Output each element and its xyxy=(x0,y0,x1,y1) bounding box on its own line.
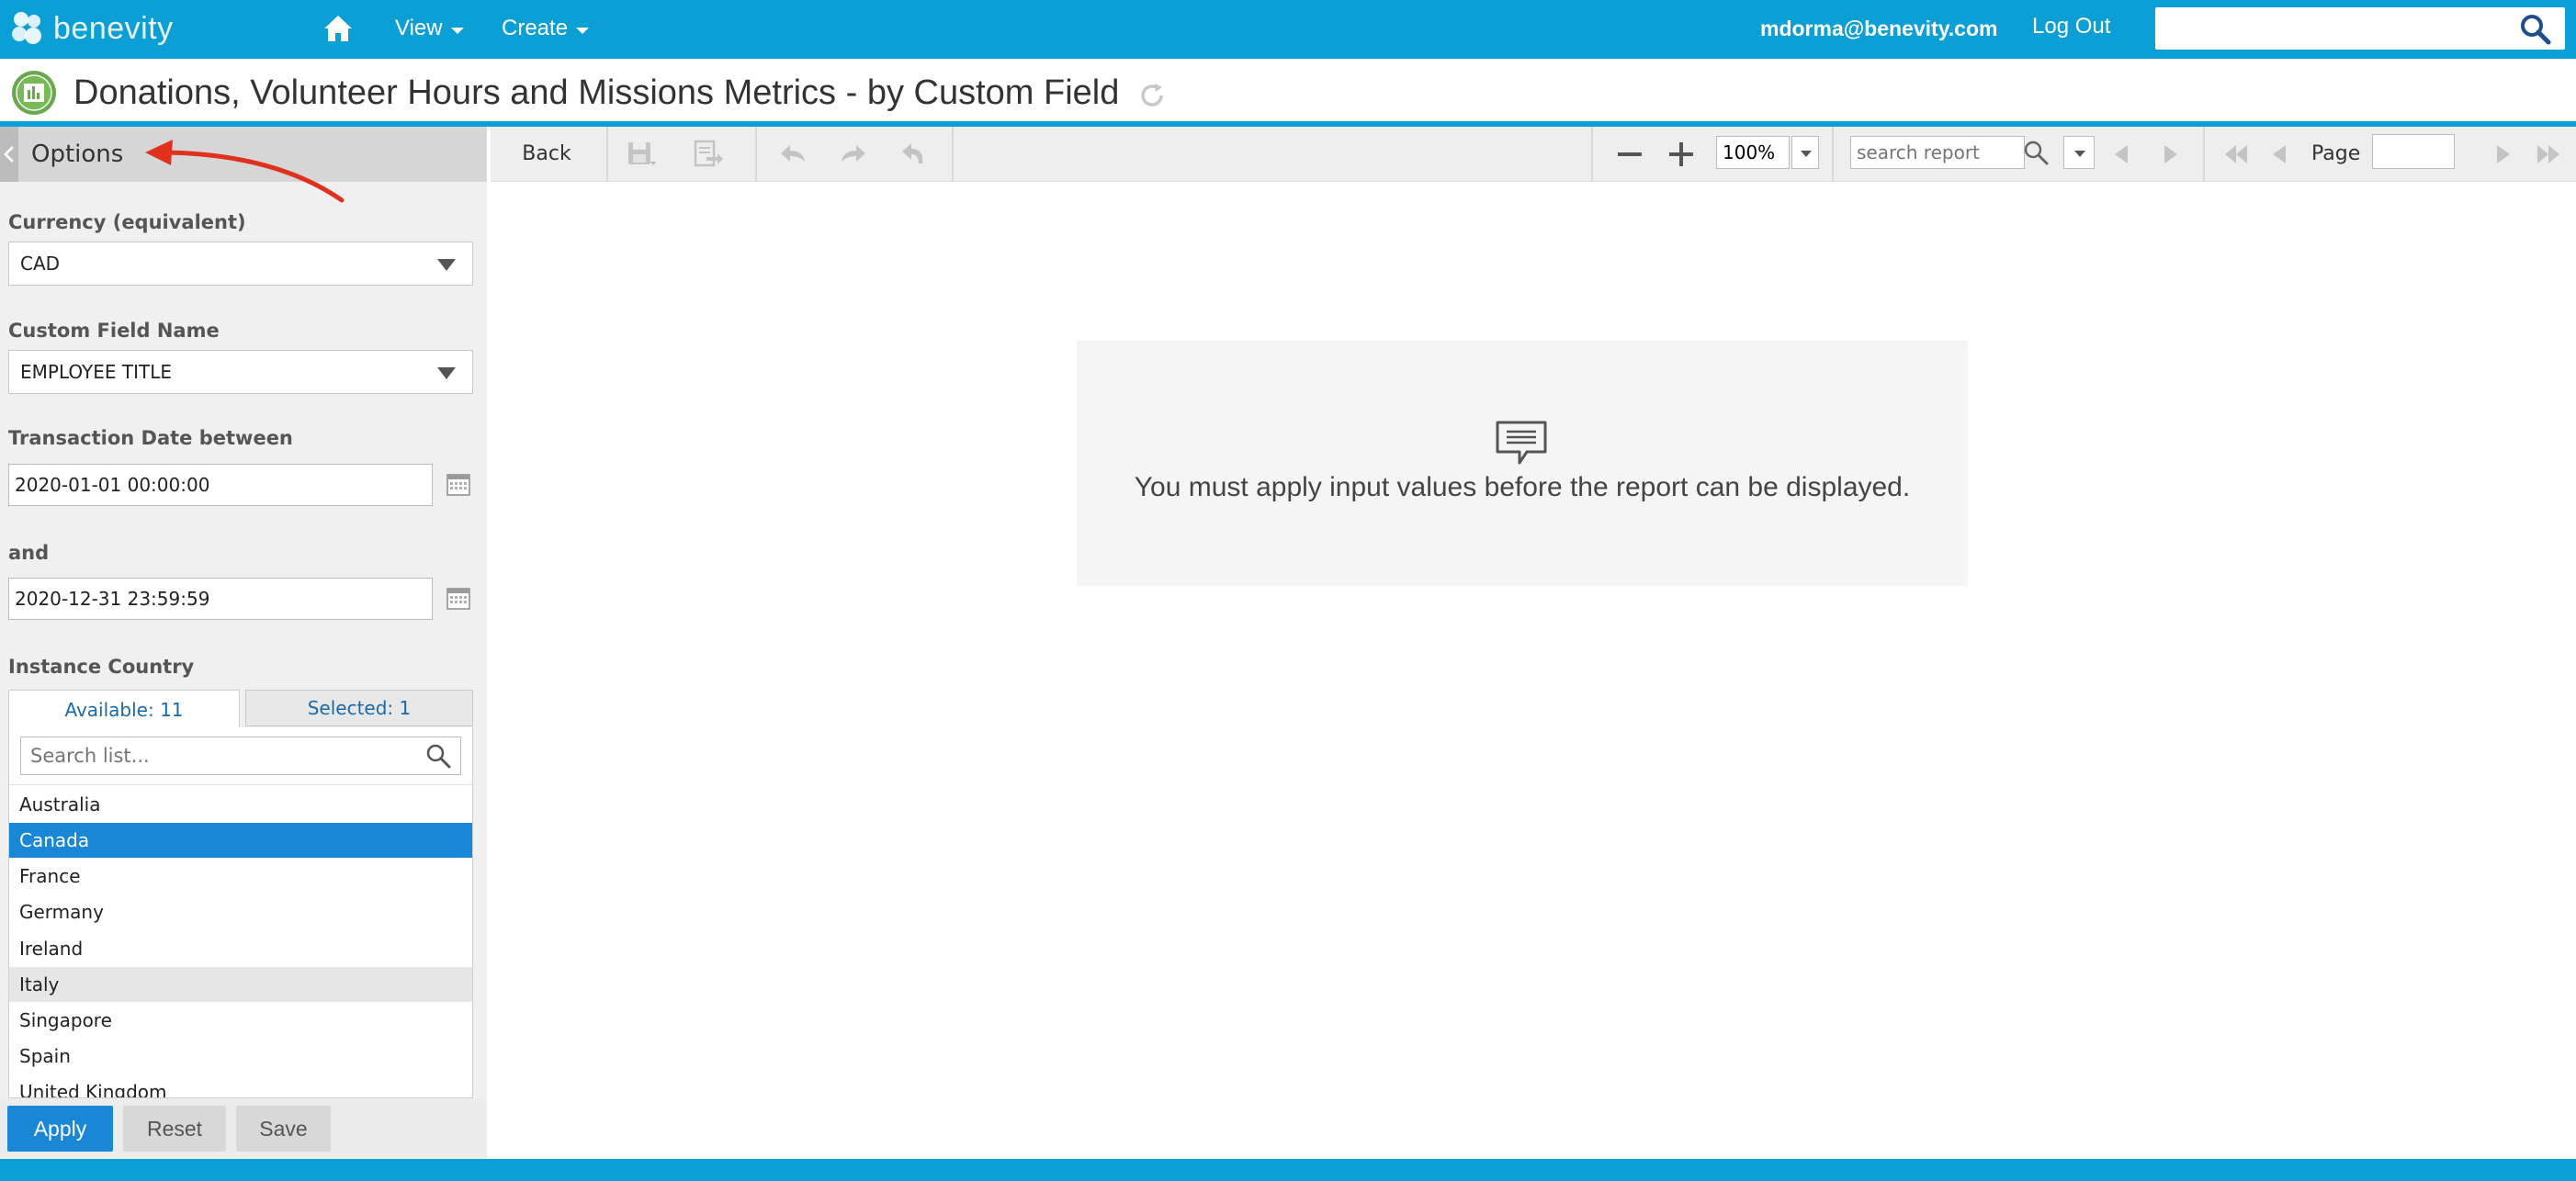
create-menu-label: Create xyxy=(502,16,569,40)
page-number-input[interactable] xyxy=(2372,134,2455,169)
list-item[interactable]: Germany xyxy=(9,894,472,929)
chevron-left-icon xyxy=(4,146,14,163)
list-item[interactable]: Ireland xyxy=(9,931,472,966)
tab-selected[interactable]: Selected: 1 xyxy=(245,690,473,726)
list-item[interactable]: Spain xyxy=(9,1039,472,1074)
list-item[interactable]: France xyxy=(9,859,472,894)
next-page-icon[interactable] xyxy=(2486,138,2519,171)
apply-button[interactable]: Apply xyxy=(7,1106,113,1152)
dropdown-arrow-icon xyxy=(437,367,456,379)
country-search-input[interactable] xyxy=(20,737,461,775)
list-item[interactable]: United Kingdom xyxy=(9,1074,472,1097)
annotation-arrow xyxy=(145,140,345,203)
comment-icon xyxy=(1496,421,1547,465)
dropdown-arrow-icon xyxy=(437,259,456,271)
create-menu[interactable]: Create xyxy=(502,13,590,44)
list-item[interactable]: Australia xyxy=(9,787,472,822)
previous-page-icon[interactable] xyxy=(2264,138,2297,171)
benevity-logo[interactable]: benevity xyxy=(7,6,174,51)
currency-select[interactable]: CAD xyxy=(8,242,473,286)
undo-icon[interactable] xyxy=(777,138,810,171)
calendar-icon[interactable] xyxy=(445,470,472,498)
back-button[interactable]: Back xyxy=(496,127,597,182)
options-title: Options xyxy=(31,141,124,168)
divider xyxy=(755,127,757,182)
reset-undo-icon[interactable] xyxy=(897,138,930,171)
first-page-icon[interactable] xyxy=(2220,138,2253,171)
zoom-in-icon[interactable] xyxy=(1665,138,1698,171)
divider xyxy=(1832,127,1834,182)
view-menu[interactable]: View xyxy=(395,13,464,44)
user-email[interactable]: mdorma@benevity.com xyxy=(1760,13,1997,44)
tab-available[interactable]: Available: 11 xyxy=(8,690,240,728)
search-icon xyxy=(2521,15,2551,45)
home-button[interactable] xyxy=(322,13,355,44)
reset-button[interactable]: Reset xyxy=(123,1106,226,1152)
divider xyxy=(9,784,472,785)
custom-field-value: EMPLOYEE TITLE xyxy=(20,361,172,383)
report-search-options-dropdown[interactable] xyxy=(2063,136,2095,169)
refresh-icon xyxy=(1141,84,1163,107)
divider xyxy=(606,127,608,182)
save-button[interactable]: Save xyxy=(236,1106,331,1152)
previous-result-icon[interactable] xyxy=(2106,138,2139,171)
chevron-down-icon xyxy=(576,27,590,34)
custom-field-label: Custom Field Name xyxy=(8,320,220,342)
export-icon[interactable] xyxy=(693,138,726,171)
zoom-out-icon[interactable] xyxy=(1613,138,1646,171)
list-item-hovered[interactable]: Italy xyxy=(9,967,472,1002)
search-icon[interactable] xyxy=(2021,138,2051,167)
report-chart-icon xyxy=(11,70,57,116)
report-search-input[interactable] xyxy=(1850,136,2025,169)
date-from-label: Transaction Date between xyxy=(8,427,293,449)
last-page-icon[interactable] xyxy=(2532,138,2565,171)
list-item[interactable]: Singapore xyxy=(9,1003,472,1038)
home-icon xyxy=(324,16,352,41)
global-search-input[interactable] xyxy=(2155,7,2565,50)
custom-field-select[interactable]: EMPLOYEE TITLE xyxy=(8,350,473,394)
chevron-down-icon xyxy=(450,27,464,34)
date-to-label: and xyxy=(8,542,50,564)
divider xyxy=(1591,127,1593,182)
currency-label: Currency (equivalent) xyxy=(8,211,246,233)
save-icon[interactable] xyxy=(625,138,658,171)
list-item-selected[interactable]: Canada xyxy=(9,823,472,858)
view-menu-label: View xyxy=(395,16,443,40)
bottom-bar xyxy=(0,1159,2576,1181)
zoom-level-input[interactable] xyxy=(1716,136,1790,169)
page-label: Page xyxy=(2311,142,2361,165)
collapse-options-button[interactable] xyxy=(0,127,18,182)
redo-icon[interactable] xyxy=(836,138,869,171)
logo-text: benevity xyxy=(53,10,174,46)
date-to-input[interactable] xyxy=(8,578,433,620)
search-icon[interactable] xyxy=(424,742,452,770)
page-title: Donations, Volunteer Hours and Missions … xyxy=(73,73,1120,112)
calendar-icon[interactable] xyxy=(445,584,472,612)
country-label: Instance Country xyxy=(8,656,195,678)
report-message-text: You must apply input values before the r… xyxy=(1134,472,1911,502)
zoom-dropdown[interactable] xyxy=(1791,136,1819,169)
date-from-input[interactable] xyxy=(8,464,433,506)
next-result-icon[interactable] xyxy=(2153,138,2186,171)
currency-value: CAD xyxy=(20,253,61,275)
divider xyxy=(952,127,954,182)
divider xyxy=(2203,127,2205,182)
global-search-button[interactable] xyxy=(2517,11,2554,48)
country-list: Australia Canada France Germany Ireland … xyxy=(8,727,473,1098)
benevity-logo-icon xyxy=(12,12,41,44)
refresh-button[interactable] xyxy=(1137,81,1167,110)
logout-link[interactable]: Log Out xyxy=(2032,11,2110,42)
